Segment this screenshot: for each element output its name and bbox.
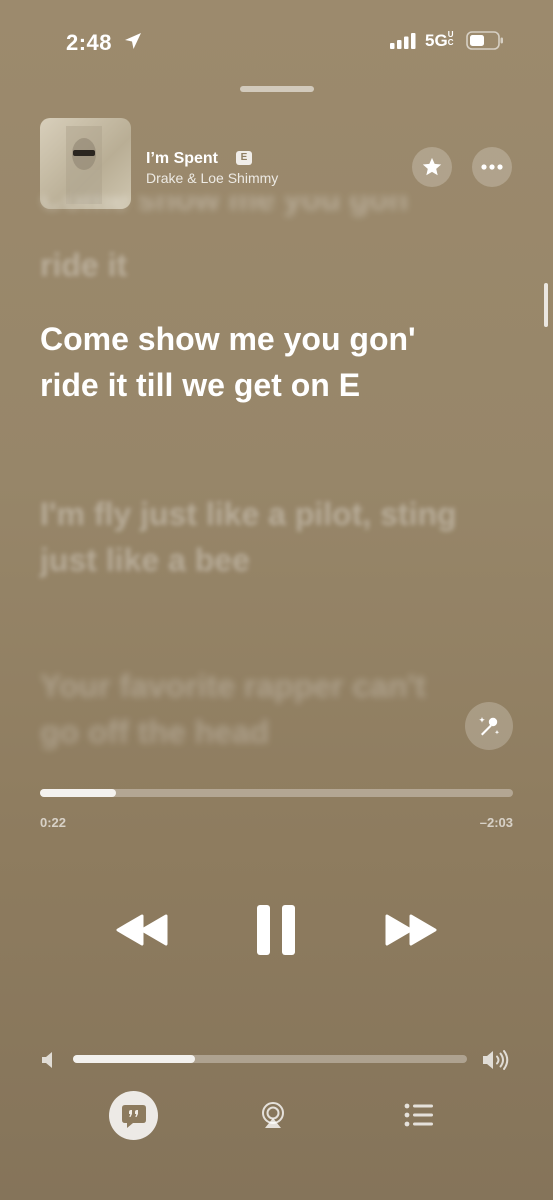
quote-bubble-icon bbox=[121, 1104, 146, 1128]
lyrics-button[interactable] bbox=[109, 1091, 158, 1140]
favorite-button[interactable] bbox=[412, 147, 452, 187]
list-icon[interactable] bbox=[404, 1103, 434, 1127]
artist-name[interactable]: Drake & Loe Shimmy bbox=[146, 170, 278, 186]
speaker-low-icon bbox=[42, 1052, 52, 1068]
sing-button[interactable] bbox=[465, 702, 513, 750]
lyric-line-next[interactable]: I'm fly just like a pilot, sting just li… bbox=[40, 491, 470, 583]
microphone-sparkle-icon bbox=[479, 717, 500, 736]
lyric-line-current[interactable]: Come show me you gon' ride it till we ge… bbox=[40, 316, 470, 408]
cellular-signal-icon bbox=[390, 33, 416, 49]
location-arrow-icon bbox=[125, 33, 141, 49]
lyric-line-next-2[interactable]: Your favorite rapper can't go off the he… bbox=[40, 663, 470, 755]
song-title: I’m Spent bbox=[146, 150, 219, 167]
scroll-indicator bbox=[544, 283, 548, 327]
star-icon bbox=[422, 157, 442, 176]
network-type: 5GUC bbox=[425, 30, 454, 51]
sheet-grabber[interactable] bbox=[240, 86, 314, 92]
rewind-icon[interactable] bbox=[116, 914, 168, 946]
lyric-line-previous[interactable]: ride it bbox=[40, 242, 470, 288]
volume-slider[interactable] bbox=[73, 1055, 467, 1063]
airplay-audio-icon[interactable] bbox=[259, 1101, 287, 1129]
fast-forward-icon[interactable] bbox=[385, 914, 437, 946]
playback-progress-fill bbox=[40, 789, 116, 797]
battery-icon bbox=[466, 31, 503, 50]
more-options-button[interactable] bbox=[472, 147, 512, 187]
time-remaining: –2:03 bbox=[479, 815, 513, 830]
volume-slider-fill bbox=[73, 1055, 196, 1063]
lyric-line-previous-fragment[interactable]: Come show me you gon' bbox=[40, 196, 470, 222]
speaker-high-icon bbox=[483, 1050, 509, 1070]
pause-icon[interactable] bbox=[256, 905, 296, 955]
status-time: 2:48 bbox=[66, 30, 113, 55]
explicit-badge: E bbox=[236, 151, 252, 165]
time-elapsed: 0:22 bbox=[40, 815, 67, 830]
ellipsis-icon bbox=[481, 164, 503, 170]
playback-progress-bar[interactable] bbox=[40, 789, 513, 797]
